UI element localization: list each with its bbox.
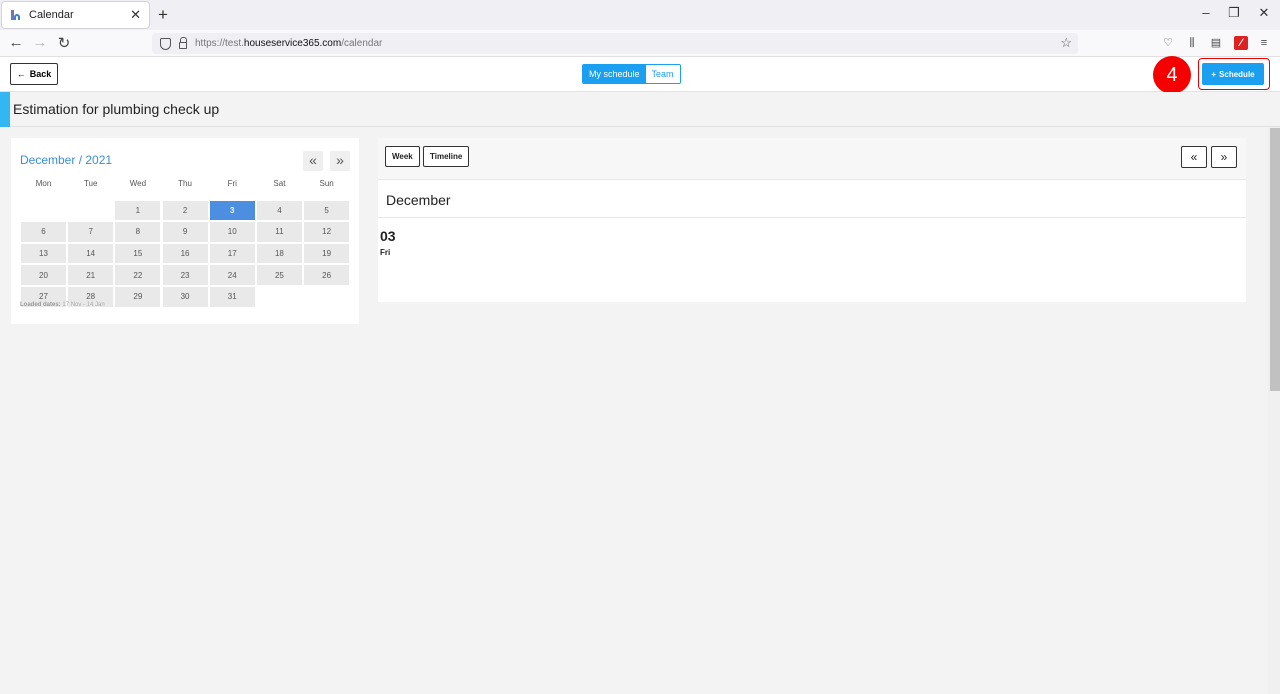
day-cell[interactable]: 18 [255, 242, 303, 265]
address-bar[interactable]: https://test. houseservice365.com/calenda… [152, 33, 1078, 54]
weekday-header: Sun [319, 179, 334, 188]
tracking-shield-icon[interactable] [160, 37, 171, 50]
day-cell[interactable]: 5 [303, 199, 351, 222]
divider [378, 217, 1246, 218]
week-view-button[interactable]: Week [385, 146, 420, 167]
tab-my-schedule[interactable]: My schedule [583, 65, 646, 83]
day-cell[interactable]: 23 [161, 264, 209, 286]
back-arrow-icon: ← [16, 69, 26, 79]
day-cell[interactable]: 22 [114, 264, 162, 286]
day-cell[interactable]: 11 [255, 221, 303, 243]
browser-tab[interactable]: Calendar ✕ [1, 1, 150, 29]
schedule-toggle: My schedule Team [582, 64, 681, 84]
plus-icon: + [1211, 69, 1217, 79]
url-scheme: https://test. [195, 38, 244, 49]
day-cell[interactable]: 8 [114, 221, 162, 243]
day-cell[interactable]: 10 [208, 221, 256, 243]
day-cell[interactable]: 2 [161, 199, 209, 222]
day-cell[interactable]: 4 [255, 199, 303, 222]
library-icon[interactable]: ⫼ [1185, 36, 1199, 50]
page-title: Estimation for plumbing check up [13, 101, 220, 117]
calendar-panel: Week Timeline « » December 03 Fri [378, 138, 1246, 302]
window-close-icon[interactable]: ✕ [1257, 5, 1271, 21]
day-cell[interactable]: 17 [208, 242, 256, 265]
browser-tab-strip: Calendar ✕ + – ❐ ✕ [0, 0, 1280, 30]
day-cell[interactable]: 21 [67, 264, 115, 286]
url-path: /calendar [341, 38, 383, 49]
calendar-prev-button[interactable]: « [1181, 146, 1207, 168]
empty-day-cell [20, 199, 67, 222]
extension-icon[interactable]: ⁄ [1234, 36, 1248, 50]
weekday-header: Fri [227, 179, 237, 188]
day-cell[interactable]: 16 [161, 242, 209, 265]
day-cell[interactable]: 13 [20, 242, 67, 265]
step-marker: 4 [1153, 56, 1191, 94]
back-button-label: Back [29, 69, 52, 79]
weekday-header: Sat [273, 179, 286, 188]
empty-day-cell [67, 199, 115, 222]
page-title-bar: Estimation for plumbing check up [0, 92, 1280, 127]
day-cell[interactable]: 30 [161, 285, 209, 308]
reload-icon[interactable]: ↻ [55, 34, 73, 52]
mini-calendar-prev-button[interactable]: « [303, 151, 323, 171]
calendar-next-button[interactable]: » [1211, 146, 1237, 168]
day-name: Fri [380, 248, 391, 257]
new-tab-button[interactable]: + [155, 5, 171, 25]
schedule-button-label: Schedule [1219, 69, 1255, 79]
loaded-dates: Loaded dates: 17 Nov - 14 Jan [20, 302, 105, 308]
restore-icon[interactable]: ❐ [1227, 5, 1241, 21]
app-favicon-icon [10, 9, 22, 21]
tab-close-icon[interactable]: ✕ [130, 7, 141, 23]
loaded-dates-label: Loaded dates: [20, 302, 61, 308]
loaded-dates-range: 17 Nov - 14 Jan [62, 302, 105, 308]
mini-calendar: December / 2021 « » Mon Tue Wed Thu Fri Sat Su… [11, 138, 359, 324]
calendar-toolbar: Week Timeline « » [378, 138, 1246, 180]
bookmark-star-icon[interactable]: ☆ [1060, 35, 1072, 51]
mini-calendar-next-button[interactable]: » [330, 151, 350, 171]
browser-nav-bar: ← → ↻ https://test. houseservice365.com/c… [0, 30, 1280, 57]
back-arrow-icon[interactable]: ← [7, 34, 25, 51]
day-cell[interactable]: 14 [67, 242, 115, 265]
day-cell[interactable]: 24 [208, 264, 256, 286]
browser-tab-title: Calendar [29, 9, 74, 21]
minimize-icon[interactable]: – [1199, 5, 1213, 20]
day-cell[interactable]: 19 [303, 242, 351, 265]
tab-team[interactable]: Team [645, 65, 680, 83]
timeline-view-button[interactable]: Timeline [423, 146, 470, 167]
forward-arrow-icon[interactable]: → [31, 34, 49, 51]
app-header: ← Back My schedule Team [0, 57, 1280, 92]
day-cell[interactable]: 26 [303, 264, 351, 286]
back-button[interactable]: ← Back [10, 63, 58, 85]
day-cell[interactable]: 25 [255, 264, 303, 286]
schedule-button[interactable]: + Schedule [1202, 63, 1264, 85]
title-accent-bar [0, 92, 10, 127]
day-cell[interactable]: 31 [208, 285, 256, 308]
mini-calendar-title: December / 2021 [20, 153, 113, 167]
day-cell[interactable]: 20 [20, 264, 67, 286]
day-cell[interactable]: 9 [161, 221, 209, 243]
weekday-header: Thu [178, 179, 192, 188]
lock-icon[interactable] [179, 36, 187, 49]
weekday-header: Mon [35, 179, 52, 188]
sidebar-icon[interactable]: ▤ [1209, 36, 1223, 50]
weekday-header: Wed [129, 179, 147, 188]
day-number: 03 [380, 228, 396, 244]
day-cell[interactable]: 6 [20, 221, 67, 243]
day-cell[interactable]: 15 [114, 242, 162, 265]
scrollbar-thumb[interactable] [1270, 128, 1280, 391]
weekday-header: Tue [83, 179, 98, 188]
day-cell[interactable]: 1 [114, 199, 162, 222]
selected-day-cell[interactable]: 3 [208, 199, 256, 222]
mini-calendar-grid: Mon Tue Wed Thu Fri Sat Sun 1 2 3 4 5 6 7 8 9 10 11 12 13 14… [20, 178, 351, 308]
menu-icon[interactable]: ≡ [1257, 36, 1271, 50]
day-cell[interactable]: 12 [303, 221, 351, 243]
url-host: houseservice365.com [243, 38, 342, 49]
pocket-icon[interactable]: ♡ [1161, 36, 1175, 50]
day-cell[interactable]: 7 [67, 221, 115, 243]
calendar-month-heading: December [386, 192, 451, 208]
day-cell[interactable]: 29 [114, 285, 162, 308]
